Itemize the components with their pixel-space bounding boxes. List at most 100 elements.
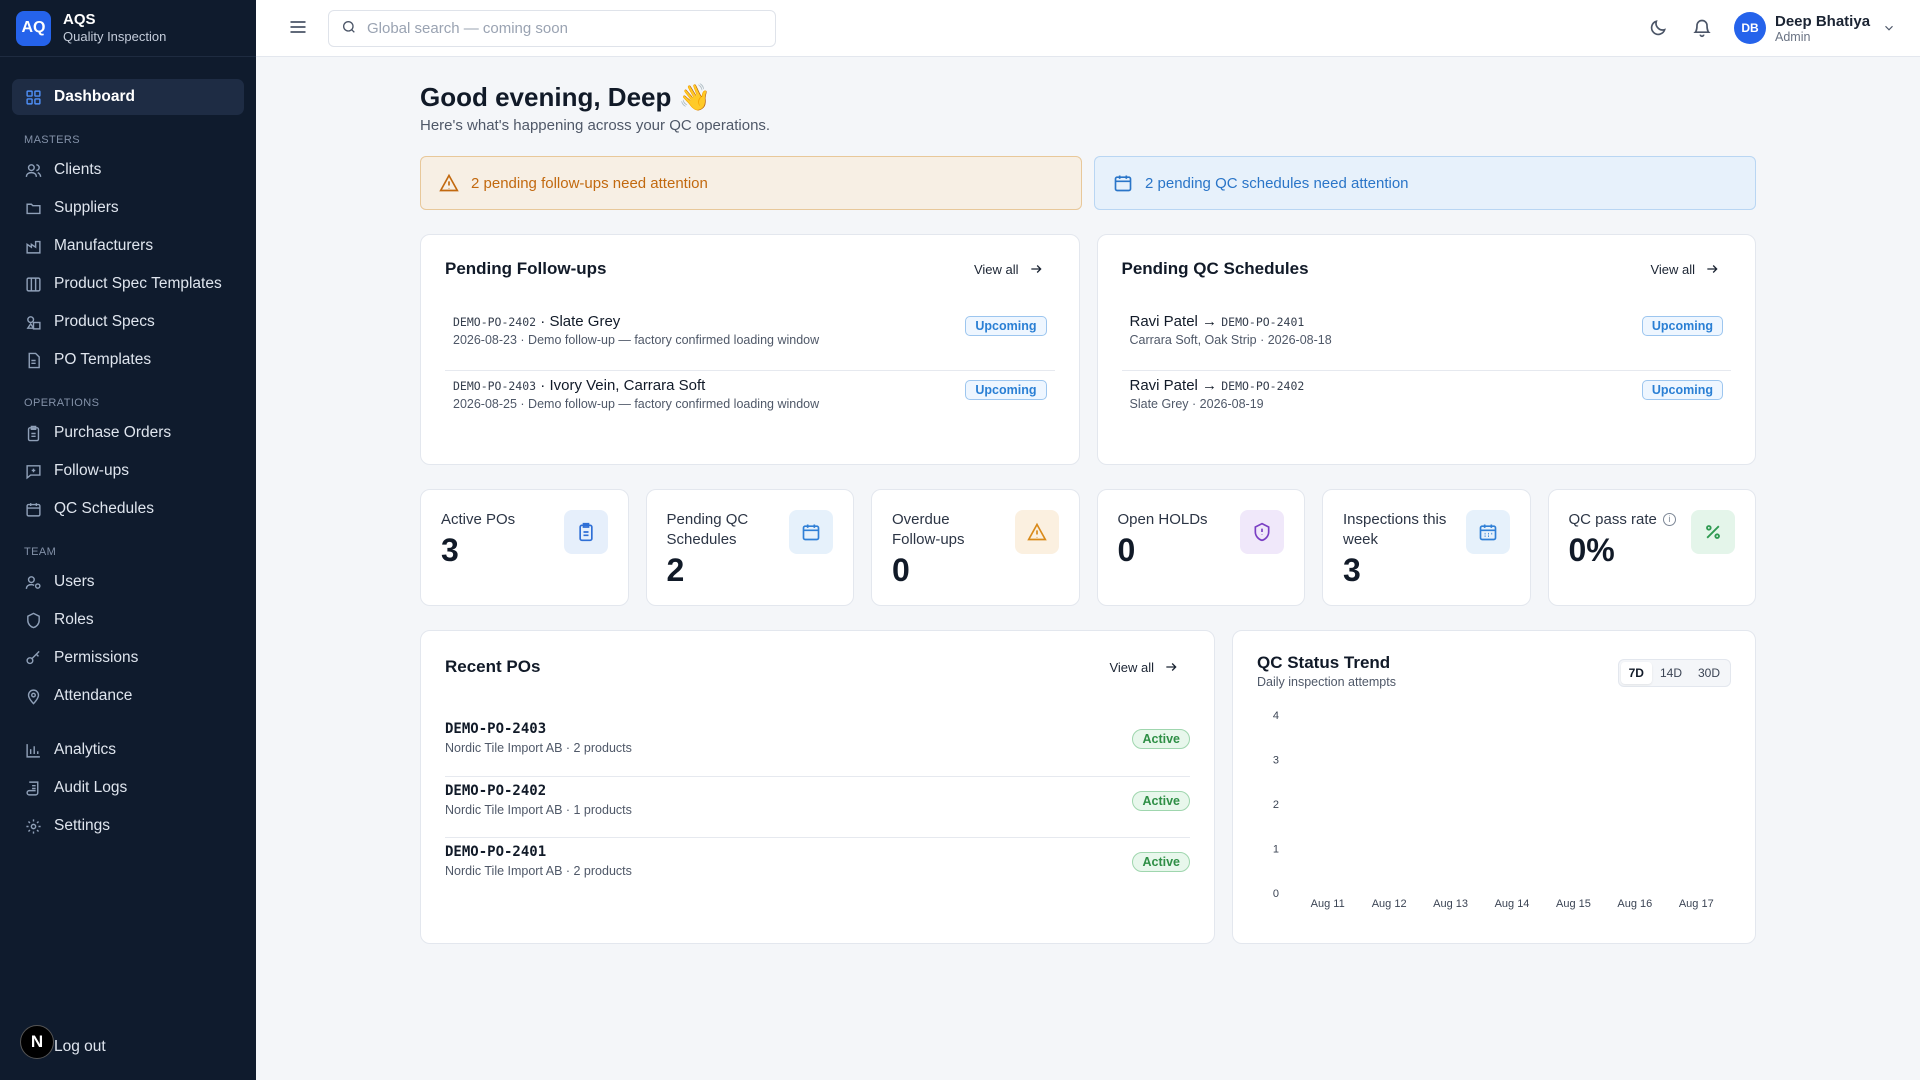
- sidebar-item-manufacturers[interactable]: Manufacturers: [12, 228, 244, 264]
- view-all-followups-link[interactable]: View all: [974, 262, 1043, 277]
- sidebar-item-settings[interactable]: Settings: [12, 808, 244, 844]
- user-menu[interactable]: DB Deep Bhatiya Admin: [1734, 12, 1896, 44]
- dashboard-icon: [24, 88, 42, 106]
- stat-label: Inspections this week: [1343, 511, 1447, 548]
- sidebar-item-dashboard[interactable]: Dashboard: [12, 79, 244, 115]
- stat-overdue-followups[interactable]: Overdue Follow-ups 0: [871, 489, 1080, 606]
- status-badge: Upcoming: [1641, 316, 1723, 336]
- sidebar-item-label: Dashboard: [54, 88, 135, 105]
- range-7d[interactable]: 7D: [1620, 662, 1652, 684]
- brand-name: AQS: [63, 11, 96, 28]
- info-icon[interactable]: i: [1662, 513, 1676, 526]
- stat-label: QC pass rate: [1568, 511, 1657, 528]
- schedules-alert[interactable]: 2 pending QC schedules need attention: [1094, 156, 1756, 210]
- arrow-right-icon: [1166, 663, 1177, 671]
- calendar-grid-icon: [1465, 510, 1510, 554]
- bell-icon[interactable]: [1692, 18, 1712, 38]
- sidebar-item-roles[interactable]: Roles: [12, 602, 244, 638]
- sidebar-item-label: Product Spec Templates: [54, 275, 222, 292]
- moon-icon[interactable]: [1648, 18, 1668, 38]
- range-30d[interactable]: 30D: [1690, 662, 1728, 684]
- scroll-icon: [24, 779, 42, 797]
- section-operations: OPERATIONS: [24, 397, 100, 409]
- sidebar-item-analytics[interactable]: Analytics: [12, 732, 244, 768]
- po-code: DEMO-PO-2403: [453, 379, 537, 393]
- sidebar-item-label: PO Templates: [54, 351, 152, 368]
- followups-alert[interactable]: 2 pending follow-ups need attention: [420, 156, 1082, 210]
- sidebar-item-permissions[interactable]: Permissions: [12, 640, 244, 676]
- stat-value: 3: [1343, 552, 1361, 588]
- sidebar-item-product-specs[interactable]: Product Specs: [12, 304, 244, 340]
- range-selector: 7D 14D 30D: [1617, 659, 1731, 687]
- map-pin-icon: [24, 687, 42, 705]
- range-14d[interactable]: 14D: [1652, 662, 1690, 684]
- user-cog-icon: [24, 573, 42, 591]
- user-role: Admin: [1775, 29, 1811, 44]
- stat-pending-qc[interactable]: Pending QC Schedules 2: [645, 489, 854, 606]
- sidebar-item-purchase-orders[interactable]: Purchase Orders: [12, 415, 244, 451]
- columns-icon: [24, 275, 42, 293]
- sidebar-item-label: Purchase Orders: [54, 424, 172, 441]
- sidebar-item-clients[interactable]: Clients: [12, 152, 244, 188]
- x-tick-label: Aug 13: [1433, 898, 1468, 910]
- sidebar-item-product-spec-templates[interactable]: Product Spec Templates: [12, 266, 244, 302]
- list-item[interactable]: DEMO-PO-2401 Nordic Tile Import AB · 2 p…: [445, 837, 1190, 898]
- stat-label: Open HOLDs: [1117, 511, 1208, 528]
- sidebar-item-qc-schedules[interactable]: QC Schedules: [12, 491, 244, 527]
- logout-label: Log out: [54, 1038, 106, 1055]
- sidebar-item-label: Permissions: [54, 649, 139, 666]
- inspector-name: Ravi Patel: [1129, 313, 1198, 330]
- arrow-glyph: →: [1202, 313, 1218, 330]
- view-all-pos-link[interactable]: View all: [1109, 660, 1178, 675]
- list-item[interactable]: Ravi Patel → DEMO-PO-2402 Slate Grey · 2…: [1121, 370, 1731, 433]
- sidebar-item-suppliers[interactable]: Suppliers: [12, 190, 244, 226]
- x-tick-label: Aug 17: [1679, 898, 1714, 910]
- stat-value: 2: [666, 552, 685, 588]
- sidebar-item-label: Settings: [54, 817, 111, 834]
- x-tick-label: Aug 15: [1556, 898, 1591, 910]
- sidebar-item-audit-logs[interactable]: Audit Logs: [12, 770, 244, 806]
- arrow-glyph: →: [1202, 377, 1218, 394]
- search-box[interactable]: [328, 10, 776, 47]
- n-badge[interactable]: N: [20, 1025, 54, 1059]
- stat-open-holds[interactable]: Open HOLDs 0: [1096, 489, 1305, 606]
- arrow-right-icon: [1030, 265, 1042, 273]
- list-item[interactable]: DEMO-PO-2402 · Slate Grey 2026-08-23 · D…: [445, 307, 1055, 370]
- status-badge: Active: [1132, 852, 1190, 872]
- calendar-icon: [1114, 175, 1132, 192]
- main-content: Good evening, Deep 👋 Here's what's happe…: [420, 57, 1756, 944]
- warning-icon: [439, 173, 459, 192]
- sidebar-item-users[interactable]: Users: [12, 564, 244, 600]
- view-all-schedules-link[interactable]: View all: [1650, 262, 1719, 277]
- stat-active-pos[interactable]: Active POs 3: [420, 489, 629, 606]
- card-title: Pending Follow-ups: [445, 259, 607, 278]
- sidebar: AQ AQS Quality Inspection Dashboard MAST…: [0, 0, 256, 1080]
- item-detail: 2026-08-25 · Demo follow-up — factory co…: [453, 397, 820, 411]
- list-item[interactable]: DEMO-PO-2403 · Ivory Vein, Carrara Soft …: [445, 370, 1055, 433]
- list-item[interactable]: Ravi Patel → DEMO-PO-2401 Carrara Soft, …: [1122, 307, 1732, 370]
- page-title: Good evening, Deep 👋: [420, 82, 711, 112]
- clipboard-icon: [24, 424, 42, 442]
- search-input[interactable]: [367, 20, 767, 37]
- item-detail: Nordic Tile Import AB · 2 products: [445, 864, 632, 878]
- sidebar-item-label: QC Schedules: [54, 500, 154, 517]
- list-item[interactable]: DEMO-PO-2403 Nordic Tile Import AB · 2 p…: [445, 715, 1190, 776]
- stat-inspections-week[interactable]: Inspections this week 3: [1322, 489, 1531, 606]
- x-tick-label: Aug 16: [1617, 898, 1652, 910]
- sidebar-item-po-templates[interactable]: PO Templates: [12, 342, 244, 378]
- sidebar-item-label: Manufacturers: [54, 237, 154, 254]
- y-tick-label: 2: [1273, 799, 1279, 811]
- logout-button[interactable]: N Log out: [20, 1025, 106, 1064]
- stat-qc-pass-rate[interactable]: QC pass rate i 0%: [1547, 489, 1756, 606]
- menu-icon[interactable]: [288, 17, 308, 37]
- product-name: Slate Grey: [549, 313, 621, 330]
- y-tick-label: 1: [1273, 844, 1279, 856]
- section-masters: MASTERS: [24, 134, 80, 146]
- calendar-icon: [789, 510, 833, 554]
- section-team: TEAM: [24, 546, 57, 558]
- sidebar-item-attendance[interactable]: Attendance: [12, 678, 244, 714]
- list-item[interactable]: DEMO-PO-2402 Nordic Tile Import AB · 1 p…: [445, 776, 1190, 837]
- y-tick-label: 3: [1273, 755, 1279, 767]
- sidebar-item-follow-ups[interactable]: Follow-ups: [12, 453, 244, 489]
- po-code: DEMO-PO-2402: [1221, 379, 1305, 393]
